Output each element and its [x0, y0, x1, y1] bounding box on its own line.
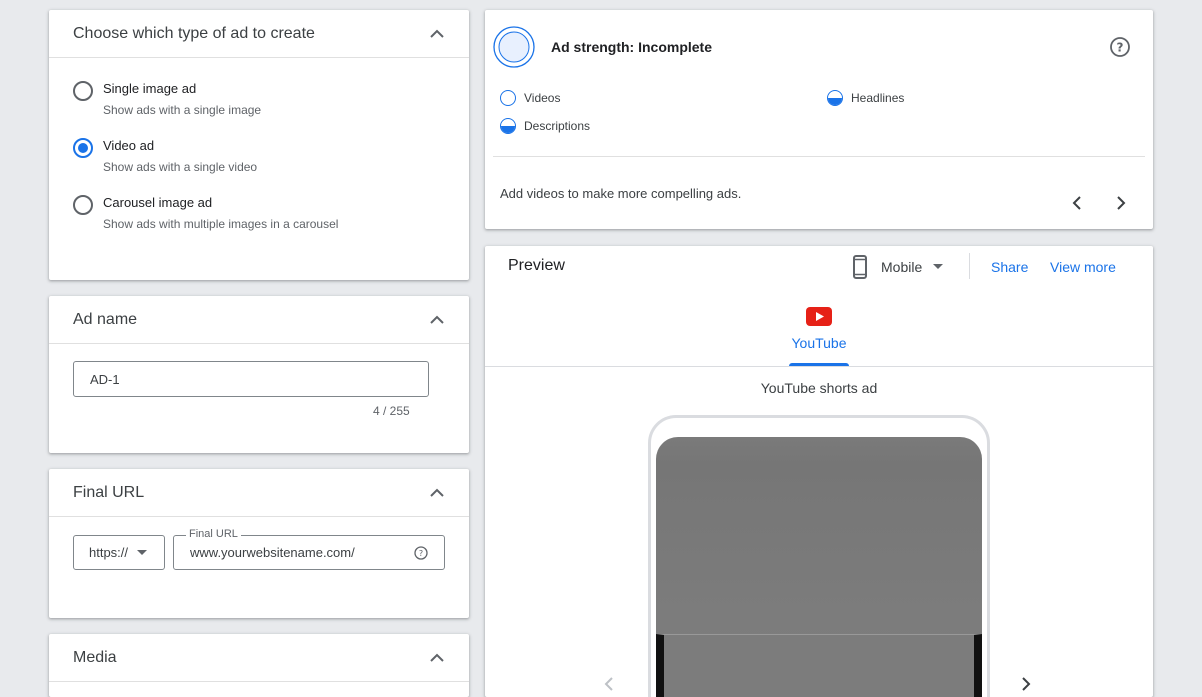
- phone-frame: [648, 415, 990, 697]
- video-bottom-area: [656, 634, 982, 697]
- ad-type-header[interactable]: Choose which type of ad to create: [49, 10, 469, 58]
- radio-video[interactable]: [73, 138, 93, 158]
- half-circle-icon: [500, 118, 516, 134]
- final-url-card: Final URL https:// www.yourwebsitename.c…: [49, 469, 469, 618]
- chevron-up-icon[interactable]: [429, 26, 445, 42]
- chevron-right-icon[interactable]: [1112, 195, 1128, 211]
- strength-item-headlines: Headlines: [827, 90, 904, 106]
- ad-strength-card: Ad strength: Incomplete ? Videos Headlin…: [485, 10, 1153, 229]
- strength-item-descriptions: Descriptions: [500, 118, 590, 134]
- view-more-link[interactable]: View more: [1050, 259, 1116, 275]
- help-icon[interactable]: ?: [1109, 36, 1131, 58]
- ad-name-counter: 4 / 255: [373, 404, 410, 418]
- half-circle-icon: [827, 90, 843, 106]
- option-description: Show ads with multiple images in a carou…: [103, 217, 339, 231]
- ad-name-title: Ad name: [73, 310, 138, 328]
- ad-name-input[interactable]: AD-1: [73, 361, 429, 397]
- ad-type-card: Choose which type of ad to create Single…: [49, 10, 469, 280]
- chevron-up-icon[interactable]: [429, 312, 445, 328]
- device-selector[interactable]: Mobile: [852, 255, 944, 279]
- final-url-input[interactable]: www.yourwebsitename.com/ ?: [173, 535, 445, 570]
- protocol-value: https://: [89, 545, 129, 560]
- option-label: Carousel image ad: [103, 195, 213, 210]
- dropdown-arrow-icon: [933, 264, 944, 269]
- ad-strength-gauge-icon: [493, 26, 535, 68]
- device-label: Mobile: [881, 259, 923, 275]
- ad-type-option-single-image[interactable]: Single image ad Show ads with a single i…: [73, 80, 445, 117]
- chevron-left-icon[interactable]: [1070, 195, 1086, 211]
- divider: [493, 156, 1145, 157]
- ad-format-label: YouTube shorts ad: [760, 380, 878, 396]
- ad-strength-title: Ad strength: Incomplete: [551, 39, 713, 55]
- share-link[interactable]: Share: [991, 259, 1028, 275]
- strength-item-label: Videos: [524, 91, 561, 105]
- final-url-header[interactable]: Final URL: [49, 469, 469, 517]
- final-url-value: www.yourwebsitename.com/: [190, 545, 355, 560]
- final-url-floating-label: Final URL: [186, 528, 241, 540]
- protocol-select[interactable]: https://: [73, 535, 165, 570]
- option-label: Single image ad: [103, 81, 197, 96]
- chevron-left-icon[interactable]: [603, 677, 617, 691]
- svg-text:?: ?: [1117, 41, 1124, 55]
- chevron-right-icon[interactable]: [1018, 677, 1032, 691]
- smartphone-icon: [853, 255, 867, 279]
- strength-item-label: Headlines: [851, 91, 905, 105]
- preview-title: Preview: [508, 257, 565, 274]
- strength-item-videos: Videos: [500, 90, 560, 106]
- radio-carousel[interactable]: [73, 195, 93, 215]
- media-header[interactable]: Media: [49, 634, 469, 682]
- media-card: Media: [49, 634, 469, 697]
- preview-card: Preview Mobile Share View more YouTube Y…: [485, 246, 1153, 697]
- chevron-up-icon[interactable]: [429, 650, 445, 666]
- help-icon[interactable]: ?: [414, 546, 428, 560]
- option-label: Video ad: [103, 138, 155, 153]
- ad-name-header[interactable]: Ad name: [49, 296, 469, 344]
- vertical-divider: [969, 253, 970, 279]
- video-placeholder: [656, 437, 982, 697]
- ad-type-option-video[interactable]: Video ad Show ads with a single video: [73, 137, 445, 174]
- youtube-logo-icon: [806, 307, 832, 326]
- chevron-up-icon[interactable]: [429, 485, 445, 501]
- ad-strength-tip: Add videos to make more compelling ads.: [500, 186, 742, 201]
- dropdown-arrow-icon: [137, 549, 148, 555]
- tab-label: YouTube: [791, 335, 847, 351]
- svg-text:?: ?: [419, 549, 423, 558]
- radio-single-image[interactable]: [73, 81, 93, 101]
- ad-type-title: Choose which type of ad to create: [73, 24, 315, 42]
- option-description: Show ads with a single image: [103, 103, 262, 117]
- empty-circle-icon: [500, 90, 516, 106]
- option-description: Show ads with a single video: [103, 160, 258, 174]
- media-title: Media: [73, 648, 117, 666]
- strength-item-label: Descriptions: [524, 119, 591, 133]
- ad-name-value: AD-1: [90, 371, 120, 387]
- tab-bar-divider: [485, 366, 1153, 367]
- tab-youtube[interactable]: YouTube: [789, 306, 849, 366]
- ad-type-option-carousel[interactable]: Carousel image ad Show ads with multiple…: [73, 194, 445, 231]
- ad-name-card: Ad name AD-1 4 / 255: [49, 296, 469, 453]
- final-url-title: Final URL: [73, 483, 145, 501]
